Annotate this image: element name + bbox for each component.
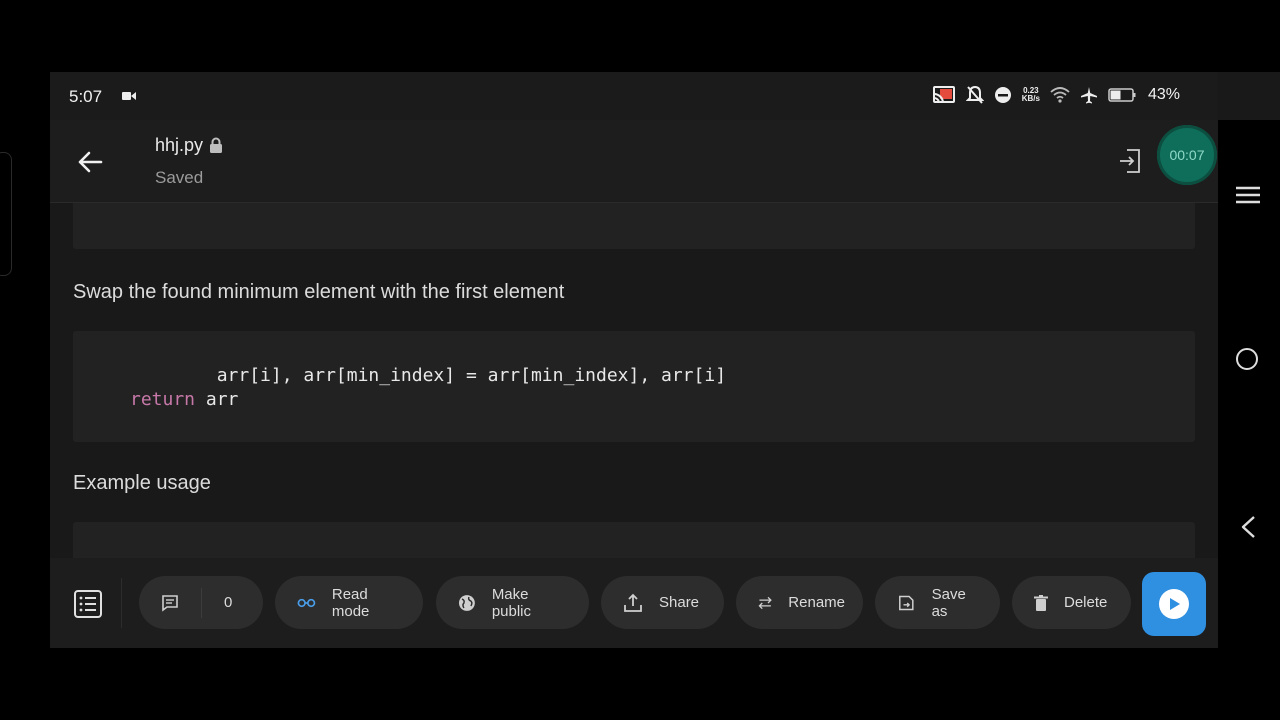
status-icons: 0.23 KB/s 43% [932, 85, 1180, 105]
battery-icon [1108, 88, 1136, 102]
save-as-label: Save as [931, 585, 966, 620]
device-edge [0, 152, 12, 276]
code-line: return arr [130, 389, 238, 410]
comments-count: 0 [224, 594, 233, 611]
do-not-disturb-icon [994, 87, 1011, 103]
code-cell-previous[interactable] [73, 203, 1195, 249]
share-icon [624, 593, 642, 612]
trash-icon [1034, 594, 1048, 611]
recording-timer-bubble[interactable]: 00:07 [1157, 125, 1217, 185]
delete-button[interactable]: Delete [1012, 576, 1131, 629]
device-screen: 5:07 0.23 KB/s 43% hhj.py Saved 00:07 Sw… [50, 72, 1280, 648]
make-public-button[interactable]: Make public [436, 576, 589, 629]
notebook-content[interactable]: Swap the found minimum element with the … [50, 203, 1218, 558]
markdown-cell-swap: Swap the found minimum element with the … [73, 281, 565, 303]
rename-button[interactable]: Rename [736, 576, 863, 629]
code-text: arr [195, 389, 239, 410]
file-name: hhj.py [155, 135, 204, 155]
cast-icon [932, 86, 955, 104]
swap-arrows-icon [758, 596, 772, 609]
recording-timer: 00:07 [1169, 147, 1205, 163]
code-line: arr[i], arr[min_index] = arr[min_index],… [130, 365, 727, 386]
notifications-off-icon [965, 85, 984, 104]
network-speed-unit: KB/s [1021, 94, 1040, 103]
back-button[interactable] [72, 144, 108, 180]
read-mode-button[interactable]: Read mode [275, 576, 423, 629]
make-public-label: Make public [491, 585, 532, 620]
file-title: hhj.py [155, 135, 223, 156]
play-icon [1170, 598, 1180, 610]
share-button[interactable]: Share [601, 576, 724, 629]
glasses-icon [297, 598, 316, 607]
exit-icon[interactable] [1118, 148, 1142, 174]
status-time: 5:07 [69, 87, 103, 106]
code-cell-swap[interactable]: arr[i], arr[min_index] = arr[min_index],… [73, 331, 1195, 442]
screen-record-icon [122, 92, 136, 100]
run-button[interactable] [1142, 572, 1206, 636]
save-as-button[interactable]: Save as [875, 576, 1000, 629]
markdown-cell-example: Example usage [73, 472, 211, 494]
app-header: hhj.py Saved 00:07 [50, 120, 1218, 203]
play-icon-circle [1159, 589, 1189, 619]
comments-button[interactable]: 0 [139, 576, 263, 629]
recent-apps-icon[interactable] [1235, 185, 1261, 205]
toolbar-divider [121, 578, 122, 628]
arrow-left-icon [78, 151, 103, 173]
globe-icon [458, 594, 475, 611]
read-mode-label: Read mode [331, 585, 370, 620]
delete-label: Delete [1064, 594, 1108, 611]
airplane-mode-icon [1080, 87, 1097, 104]
save-as-icon [899, 595, 914, 610]
network-speed: 0.23 KB/s [1022, 87, 1040, 103]
table-of-contents-icon[interactable] [72, 588, 104, 620]
comment-icon [162, 594, 178, 612]
save-status: Saved [155, 168, 204, 187]
pill-separator [201, 587, 202, 618]
code-keyword: return [130, 389, 196, 410]
system-back-icon[interactable] [1240, 515, 1256, 539]
bottom-toolbar: 0 Read mode Make public Share Rename Sav… [50, 558, 1218, 648]
code-cell-example[interactable] [73, 522, 1195, 558]
battery-percentage: 43% [1147, 86, 1180, 103]
status-bar: 5:07 0.23 KB/s 43% [50, 72, 1218, 120]
lock-icon [210, 137, 223, 153]
wifi-icon [1050, 87, 1070, 103]
share-label: Share [659, 594, 700, 611]
rename-label: Rename [788, 594, 845, 611]
home-button-icon[interactable] [1236, 348, 1258, 370]
